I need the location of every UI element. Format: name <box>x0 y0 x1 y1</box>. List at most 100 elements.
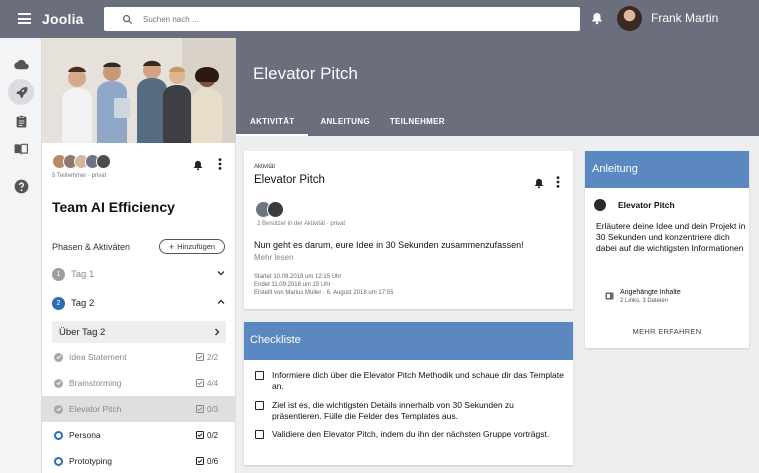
add-button-label: Hinzufügen <box>177 242 216 251</box>
search-bar[interactable] <box>104 7 580 31</box>
cloud-icon[interactable] <box>8 51 34 77</box>
team-panel: 5 Teilnehmer · privat Team AI Efficiency… <box>42 143 236 473</box>
activity-item-selected[interactable]: Elevator Pitch 0/3 <box>42 396 236 422</box>
checkbox[interactable] <box>255 430 264 439</box>
day-label: Tag 2 <box>71 297 95 309</box>
activity-card: Aktivität Elevator Pitch 2 Benutzer in d… <box>244 151 573 309</box>
member-count: 5 Teilnehmer · privat <box>52 173 107 179</box>
top-bar: Joolia Frank Martin <box>0 0 759 38</box>
avatar <box>594 199 606 211</box>
attachment-icon <box>605 292 614 300</box>
open-circle-icon <box>54 430 63 440</box>
instructions-title: Anleitung <box>585 151 749 188</box>
day-row-2[interactable]: 2 Tag 2 <box>52 294 226 312</box>
activity-users: 2 Benutzer in der Aktivität · privat <box>257 221 346 227</box>
activity-start: Startet 10.09.2018 um 12:15 Uhr <box>254 274 342 280</box>
notification-bell-icon[interactable] <box>534 176 544 194</box>
checklist-title: Checkliste <box>244 322 573 360</box>
checklist-item-text: Informiere dich über die Elevator Pitch … <box>272 370 564 391</box>
activity-label: Elevator Pitch <box>69 404 122 414</box>
day-badge: 1 <box>52 267 65 281</box>
checkbox-icon <box>196 457 204 465</box>
attachments-title: Angehängte Inhalte <box>620 289 681 296</box>
checklist-card: Checkliste Informiere dich über die Elev… <box>244 322 573 465</box>
activity-item[interactable]: Idea Statement 2/2 <box>42 344 236 370</box>
activity-item[interactable]: Prototyping 0/6 <box>42 448 236 473</box>
activity-end: Endet 11.09.2018 um 15 Uhr <box>254 282 331 288</box>
activity-count: 0/3 <box>196 405 218 414</box>
add-button[interactable]: + Hinzufügen <box>159 239 225 254</box>
activity-label: Brainstorming <box>69 378 122 388</box>
attachments[interactable]: Angehängte Inhalte 2 Links, 3 Dateien <box>605 289 681 304</box>
day-badge: 2 <box>52 296 65 310</box>
tab-bar: AKTIVITÄT ANLEITUNG TEILNEHMER <box>236 112 459 136</box>
checkbox[interactable] <box>255 401 264 410</box>
instructions-text: Erläutere deine Idee und dein Projekt in… <box>596 221 746 253</box>
more-vert-icon[interactable] <box>556 175 560 193</box>
notification-bell-icon[interactable] <box>193 158 203 176</box>
activity-message: Nun geht es darum, eure Idee in 30 Sekun… <box>254 240 524 250</box>
instructions-author: Elevator Pitch <box>594 199 675 211</box>
search-icon <box>123 14 133 24</box>
activity-kicker: Aktivität <box>254 164 276 170</box>
check-circle-icon <box>54 352 63 362</box>
search-input[interactable] <box>143 14 523 24</box>
activity-item[interactable]: Brainstorming 4/4 <box>42 370 236 396</box>
activity-count: 0/6 <box>196 457 218 466</box>
read-more-link[interactable]: Mehr lesen <box>254 253 294 262</box>
book-icon[interactable] <box>8 136 34 162</box>
checklist-item-text: Ziel ist es, die wichtigsten Details inn… <box>272 400 514 421</box>
checkbox[interactable] <box>255 371 264 380</box>
checkbox-icon <box>196 431 204 439</box>
page-title: Elevator Pitch <box>253 64 358 83</box>
checkbox-icon <box>196 405 204 413</box>
phases-label: Phasen & Aktiväten <box>52 242 131 252</box>
learn-more-button[interactable]: MEHR ERFAHREN <box>585 327 749 336</box>
check-circle-icon <box>54 378 63 388</box>
plus-icon: + <box>168 241 175 252</box>
open-circle-icon <box>54 456 63 466</box>
activity-count: 4/4 <box>196 379 218 388</box>
check-circle-icon <box>54 404 63 414</box>
app-logo[interactable]: Joolia <box>42 11 84 27</box>
clipboard-icon[interactable] <box>8 108 34 134</box>
avatar <box>96 154 111 169</box>
menu-icon[interactable] <box>18 13 31 24</box>
tab-instructions[interactable]: ANLEITUNG <box>308 112 383 136</box>
help-icon[interactable] <box>8 173 34 199</box>
checklist-item[interactable]: Validiere den Elevator Pitch, indem du i… <box>255 429 565 440</box>
left-rail <box>0 38 42 473</box>
activity-label: Idea Statement <box>69 352 127 362</box>
user-name[interactable]: Frank Martin <box>651 11 718 25</box>
activity-label: Persona <box>69 430 101 440</box>
checkbox-icon <box>196 379 204 387</box>
tab-activity[interactable]: AKTIVITÄT <box>236 112 309 136</box>
checklist-item[interactable]: Informiere dich über die Elevator Pitch … <box>255 370 565 392</box>
attachments-summary: 2 Links, 3 Dateien <box>620 298 669 304</box>
activity-count: 0/2 <box>196 431 218 440</box>
member-avatars[interactable] <box>52 154 111 169</box>
rocket-icon[interactable] <box>8 79 34 105</box>
notification-bell-icon[interactable] <box>591 12 603 30</box>
day-overview-label: Über Tag 2 <box>59 326 106 338</box>
activity-title: Elevator Pitch <box>254 174 325 186</box>
instructions-card: Anleitung Elevator Pitch Erläutere deine… <box>585 151 749 348</box>
chevron-down-icon[interactable] <box>216 268 226 278</box>
chevron-up-icon[interactable] <box>216 297 226 307</box>
team-name: Team AI Efficiency <box>52 199 175 215</box>
avatar <box>267 201 284 218</box>
user-avatar[interactable] <box>617 6 642 31</box>
activity-label: Prototyping <box>69 456 112 466</box>
chevron-right-icon <box>215 328 220 336</box>
day-label: Tag 1 <box>71 268 95 280</box>
day-overview-link[interactable]: Über Tag 2 <box>52 321 226 343</box>
team-photo <box>42 38 236 143</box>
activity-created: Erstellt von Marius Muller · 6. August 2… <box>254 290 394 296</box>
activity-item[interactable]: Persona 0/2 <box>42 422 236 448</box>
day-row-1[interactable]: 1 Tag 1 <box>52 265 226 283</box>
checklist-item[interactable]: Ziel ist es, die wichtigsten Details inn… <box>255 400 565 422</box>
more-vert-icon[interactable] <box>218 157 222 175</box>
tab-participants[interactable]: TEILNEHMER <box>384 112 459 136</box>
checklist-item-text: Validiere den Elevator Pitch, indem du i… <box>272 429 550 439</box>
activity-user-avatars[interactable] <box>255 201 284 218</box>
